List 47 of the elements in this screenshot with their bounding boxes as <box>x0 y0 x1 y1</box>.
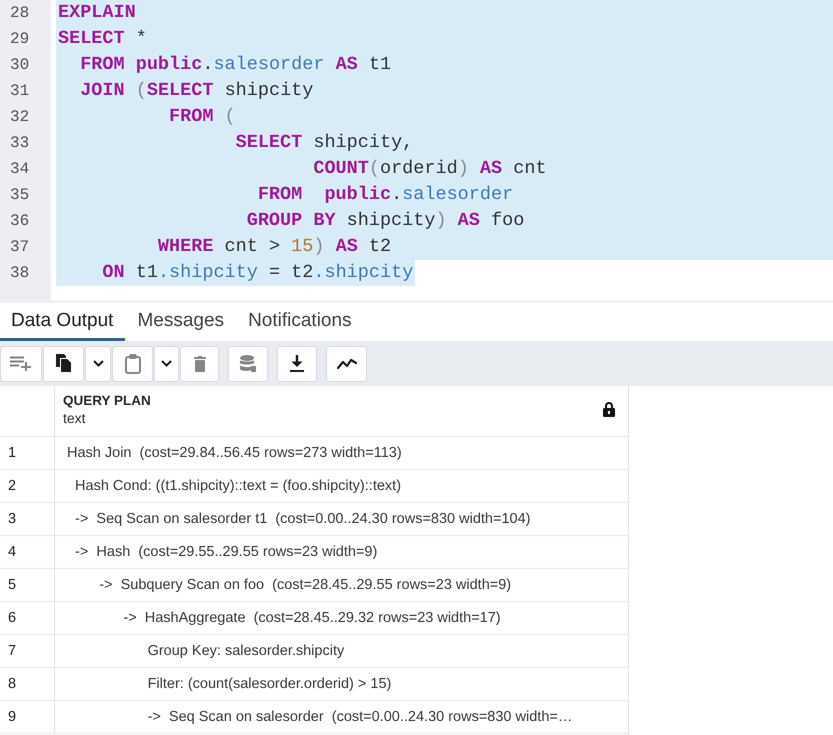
line-number: 30 <box>9 55 30 76</box>
table-cell-text: -> Subquery Scan on foo (cost=28.45..29.55 rows=23 width=9) <box>98 577 512 593</box>
row-number: 6 <box>7 610 16 626</box>
table-cell: Hash Join (cost=29.84..56.45 rows=273 width=113) <box>67 445 402 461</box>
line-number: 37 <box>9 237 30 258</box>
table-cell-text: Hash Cond: ((t1.shipcity)::text = (foo.shipcity)::text) <box>74 478 402 494</box>
line-number: 35 <box>9 185 30 206</box>
trash-icon <box>194 356 206 372</box>
copy-icon <box>56 354 72 373</box>
line-number: 31 <box>9 81 30 102</box>
row-number: 3 <box>7 511 16 527</box>
column-type: text <box>63 410 87 426</box>
row-number: 7 <box>7 643 16 659</box>
graph-button[interactable] <box>326 346 367 382</box>
output-tab[interactable]: Notifications <box>237 303 364 341</box>
line-chart-icon <box>336 358 356 369</box>
row-number: 9 <box>7 709 16 725</box>
output-tab[interactable]: Messages <box>126 303 236 341</box>
table-cell-text: -> Hash (cost=29.55..29.55 rows=23 width=9) <box>74 544 378 560</box>
clipboard-icon <box>124 354 140 374</box>
row-number: 8 <box>7 676 16 692</box>
table-cell-text: -> Seq Scan on salesorder (cost=0.00..24.30 rows=830 width=… <box>146 709 572 725</box>
copy-button[interactable] <box>43 346 84 382</box>
database-icon <box>240 355 256 372</box>
table-cell-text: Group Key: salesorder.shipcity <box>146 643 344 659</box>
line-number: 38 <box>9 263 30 284</box>
table-cell-text: -> HashAggregate (cost=28.45..29.32 rows=23 width=17) <box>122 610 501 626</box>
caret-icon <box>161 360 172 367</box>
column-header: QUERY PLAN <box>63 392 151 408</box>
copy-menu-button[interactable] <box>85 346 111 382</box>
row-number: 5 <box>7 577 16 593</box>
download-icon <box>290 355 304 372</box>
paste-menu-button[interactable] <box>154 346 179 382</box>
table-cell-text: Filter: (count(salesorder.orderid) > 15) <box>146 676 392 692</box>
line-number: 28 <box>9 3 30 24</box>
line-number: 34 <box>9 159 30 180</box>
line-number: 29 <box>9 29 30 50</box>
row-number: 2 <box>7 478 16 494</box>
row-number: 1 <box>7 445 16 461</box>
line-number: 32 <box>9 107 30 128</box>
line-number: 36 <box>9 211 30 232</box>
line-number: 33 <box>9 133 30 154</box>
list-plus-icon <box>10 356 32 371</box>
table-cell-text: -> Seq Scan on salesorder t1 (cost=0.00..24.30 rows=830 width=104) <box>74 511 530 527</box>
download-button[interactable] <box>277 346 317 382</box>
row-number: 4 <box>7 544 16 560</box>
caret-icon <box>92 360 104 367</box>
